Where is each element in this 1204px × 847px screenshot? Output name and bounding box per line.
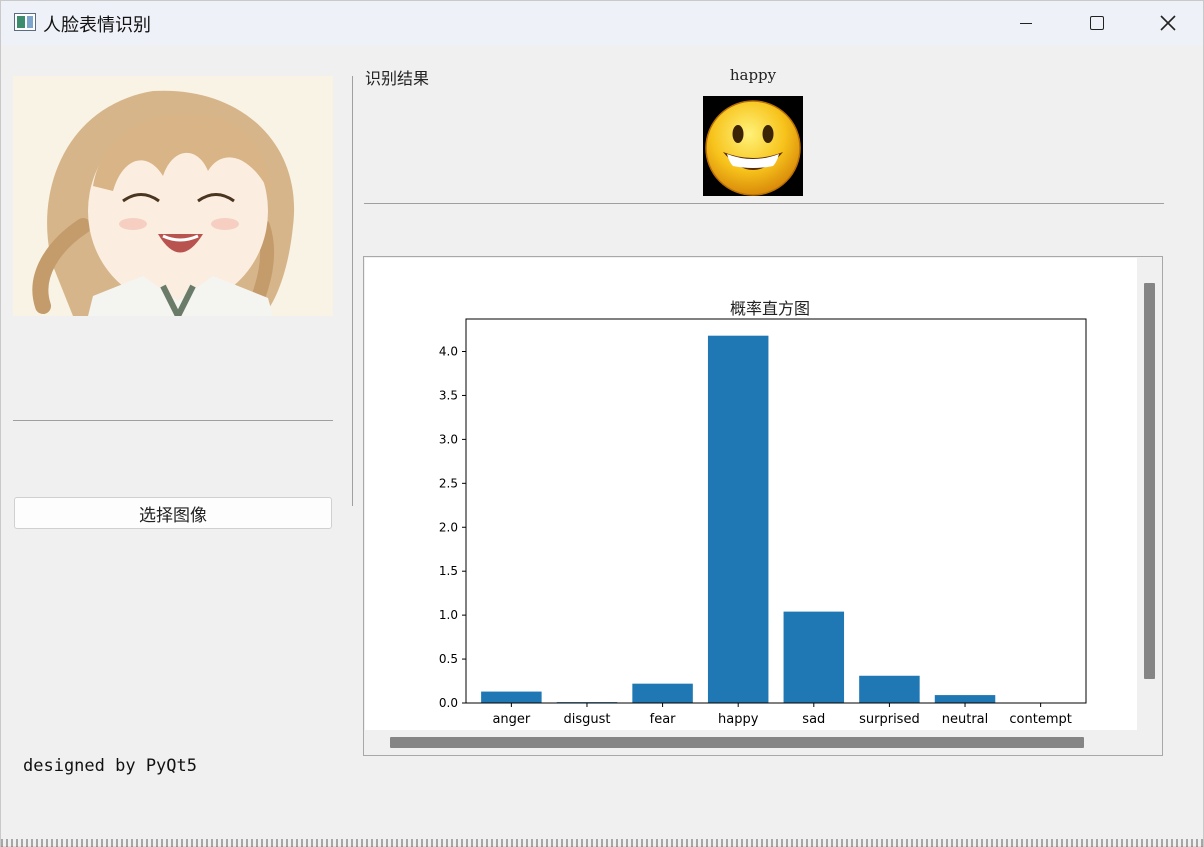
y-tick-label: 1.0	[439, 608, 458, 622]
vertical-separator	[352, 76, 353, 506]
bar-happy	[707, 335, 769, 703]
x-tick-label-anger: anger	[492, 712, 530, 727]
main-window: 人脸表情识别 选择图像 designed by PyQt5 识别结果 happy…	[0, 0, 1204, 847]
x-tick-label-contempt: contempt	[1009, 712, 1071, 727]
y-tick-label: 3.0	[439, 432, 458, 446]
probability-histogram: 概率直方图 0.0 0.5 1.0 1.5 2.0 2.5 3.0 3.5 4.0 anger d…	[439, 299, 1087, 727]
plot-area-frame	[465, 318, 1087, 704]
bar-anger	[481, 691, 542, 703]
left-divider	[13, 420, 333, 421]
x-tick-label-disgust: disgust	[563, 712, 610, 727]
horizontal-scrollbar[interactable]	[390, 737, 1084, 748]
chart-canvas: 概率直方图 0.0 0.5 1.0 1.5 2.0 2.5 3.0 3.5 4.0 anger d…	[365, 258, 1137, 730]
y-tick-label: 3.5	[439, 388, 458, 402]
x-tick-label-neutral: neutral	[942, 712, 989, 727]
select-image-button[interactable]: 选择图像	[14, 497, 332, 529]
x-tick-label-fear: fear	[650, 712, 677, 727]
emotion-emoji-image	[703, 96, 803, 196]
anime-girl-illustration	[13, 76, 333, 316]
bar-surprised	[859, 675, 920, 703]
vertical-scrollbar[interactable]	[1144, 283, 1155, 679]
selected-face-image	[13, 76, 333, 316]
right-divider	[364, 203, 1164, 204]
y-tick-label: 4.0	[439, 345, 458, 359]
maximize-icon	[1090, 16, 1104, 30]
bar-sad	[783, 611, 845, 703]
smiling-face-emoji-icon	[705, 100, 801, 196]
credit-label: designed by PyQt5	[23, 756, 197, 776]
bottom-edge	[1, 839, 1203, 847]
bar-fear	[632, 683, 693, 703]
y-tick-label: 0.0	[439, 696, 458, 710]
title-bar[interactable]: 人脸表情识别	[1, 1, 1203, 45]
chart-scroll-area[interactable]: 概率直方图 0.0 0.5 1.0 1.5 2.0 2.5 3.0 3.5 4.0 anger d…	[363, 256, 1163, 756]
minimize-icon	[1020, 22, 1032, 24]
x-tick-label-happy: happy	[718, 712, 759, 727]
emotion-name: happy	[729, 66, 777, 84]
close-icon	[1160, 15, 1176, 31]
y-tick-label: 2.5	[439, 476, 458, 490]
y-tick-label: 0.5	[439, 652, 458, 666]
maximize-button[interactable]	[1062, 1, 1132, 45]
close-button[interactable]	[1133, 1, 1203, 45]
y-tick-label: 1.5	[439, 564, 458, 578]
x-tick-label-sad: sad	[802, 712, 825, 727]
chart-title: 概率直方图	[730, 299, 810, 318]
app-icon	[14, 13, 36, 31]
minimize-button[interactable]	[991, 1, 1061, 45]
result-label: 识别结果	[365, 69, 430, 88]
window-title: 人脸表情识别	[43, 15, 151, 36]
bar-neutral	[934, 695, 996, 703]
y-tick-label: 2.0	[439, 520, 458, 534]
x-tick-label-surprised: surprised	[859, 712, 920, 727]
